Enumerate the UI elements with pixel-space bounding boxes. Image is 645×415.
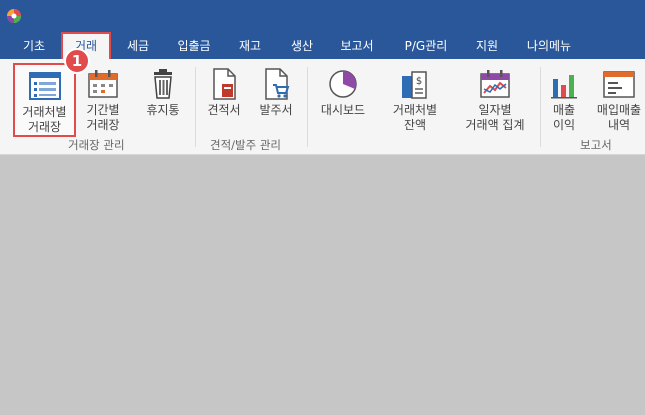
menu-tab-tax[interactable]: 세금: [118, 32, 158, 59]
title-bar: [0, 0, 645, 32]
purchase-order-label: 발주서: [259, 103, 293, 117]
ledger-by-period-button[interactable]: 기간별 거래장: [80, 63, 126, 137]
dashboard-button[interactable]: 대시보드: [316, 63, 370, 137]
step-callout-badge: 1: [64, 48, 90, 74]
svg-text:$: $: [416, 76, 422, 87]
trash-button[interactable]: 휴지통: [140, 63, 186, 137]
menu-tab-production[interactable]: 생산: [282, 32, 322, 59]
group-divider: [307, 67, 308, 147]
trash-label: 휴지통: [146, 103, 180, 117]
order-cart-icon: [265, 68, 290, 100]
estimate-button[interactable]: 견적서: [202, 63, 246, 137]
sales-profit-label: 매출 이익: [552, 103, 576, 132]
ledger-by-client-label: 거래처별 거래장: [22, 105, 67, 134]
menu-tab-support[interactable]: 지원: [467, 32, 507, 59]
balance-by-client-label: 거래처별 잔액: [392, 103, 438, 132]
purchase-sales-detail-label: 매입매출 내역: [596, 103, 642, 132]
menu-tab-basic[interactable]: 기초: [14, 32, 54, 59]
estimate-document-icon: [213, 68, 236, 100]
group-divider: [195, 67, 196, 147]
purchase-sales-detail-button[interactable]: 매입매출 내역: [593, 63, 645, 137]
ribbon-toolbar: 거래처별 거래장 기간별 거래장 휴지통 견적서 발주서 대시보드 $ 거래처별…: [0, 59, 645, 155]
menu-tab-pg-management[interactable]: P/G관리: [394, 32, 458, 59]
workspace-area: [0, 155, 645, 415]
trash-icon: [154, 69, 172, 99]
dashboard-label: 대시보드: [320, 103, 366, 117]
daily-transaction-total-button[interactable]: 일자별 거래액 집계: [458, 63, 532, 137]
calendar-trend-icon: [480, 70, 510, 98]
menu-tab-inventory[interactable]: 재고: [230, 32, 270, 59]
estimate-label: 견적서: [207, 103, 241, 117]
group-label-ledger: 거래장 관리: [68, 138, 125, 152]
balance-by-client-button[interactable]: $ 거래처별 잔액: [386, 63, 444, 137]
calendar-icon: [88, 70, 118, 98]
group-label-estimate-order: 견적/발주 관리: [210, 138, 282, 152]
menu-tab-my-menu[interactable]: 나의메뉴: [516, 32, 582, 59]
ledger-by-client-button[interactable]: 거래처별 거래장: [13, 63, 76, 137]
menu-bar: 기초 거래 세금 입출금 재고 생산 보고서 P/G관리 지원 나의메뉴: [0, 32, 645, 59]
group-label-report: 보고서: [580, 138, 612, 152]
balance-dollar-icon: $: [402, 71, 427, 99]
group-divider: [540, 67, 541, 147]
daily-transaction-total-label: 일자별 거래액 집계: [465, 103, 525, 132]
window-report-icon: [603, 71, 635, 98]
purchase-order-button[interactable]: 발주서: [253, 63, 299, 137]
menu-tab-report[interactable]: 보고서: [332, 32, 382, 59]
menu-tab-deposit-withdraw[interactable]: 입출금: [168, 32, 220, 59]
bar-chart-icon: [551, 75, 577, 99]
app-logo-icon: [7, 9, 21, 23]
pie-chart-icon: [329, 70, 357, 98]
ledger-by-period-label: 기간별 거래장: [86, 103, 120, 132]
ledger-list-icon: [28, 72, 61, 100]
sales-profit-button[interactable]: 매출 이익: [543, 63, 585, 137]
